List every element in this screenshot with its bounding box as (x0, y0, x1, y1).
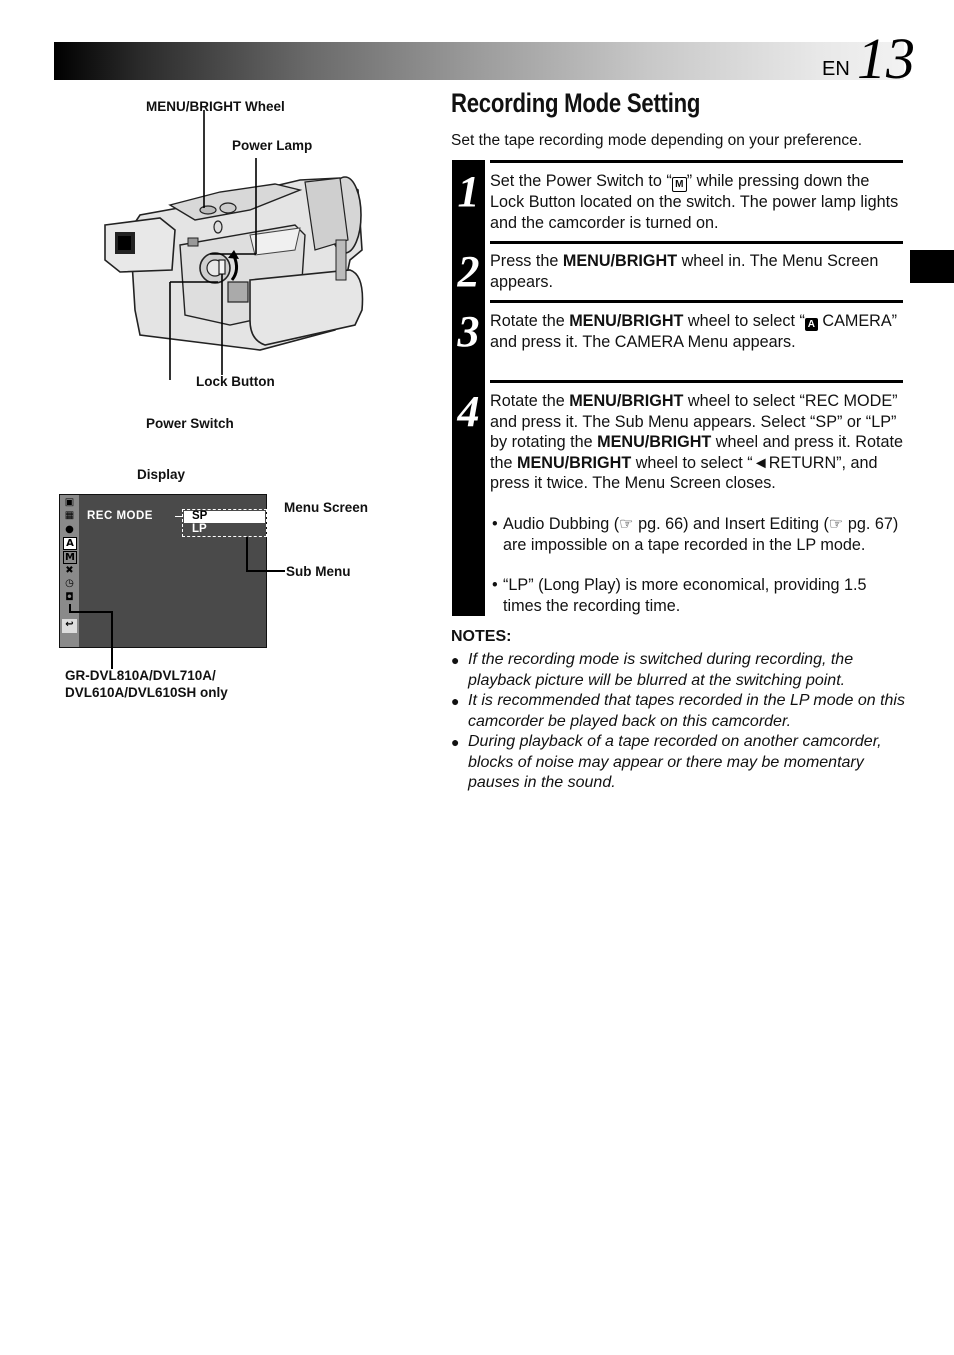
note-text: It is recommended that tapes recorded in… (468, 692, 905, 730)
bullet-text: Audio Dubbing (☞ pg. 66) and Insert Edit… (503, 515, 899, 554)
leader-line (69, 611, 113, 613)
manual-icon: M (63, 551, 77, 564)
bullet-icon: ● (451, 693, 460, 709)
control-name: MENU/BRIGHT (597, 433, 712, 452)
step-text-part: Rotate the (490, 392, 570, 410)
step-4-bullet: • Audio Dubbing (☞ pg. 66) and Insert Edi… (490, 514, 905, 555)
camera-auto-icon: A (804, 318, 818, 331)
menu-item-rec-mode: REC MODE (87, 510, 153, 522)
camera-auto-icon: A (63, 537, 77, 550)
section-intro: Set the tape recording mode depending on… (451, 132, 863, 149)
snapshot-icon: ◘ (65, 592, 74, 603)
model-note-line2: DVL610A/DVL610SH only (65, 685, 228, 700)
step-text-part: Rotate the (490, 312, 570, 330)
step-divider (490, 160, 903, 163)
step-text-part: Set the Power Switch to “ (490, 172, 672, 190)
camera-question-icon: ✖ (65, 565, 74, 576)
bullet-icon: • (492, 576, 498, 594)
label-power-switch: Power Switch (146, 416, 234, 431)
step-divider (490, 380, 903, 383)
note-item: ● If the recording mode is switched durin… (451, 650, 911, 691)
camcorder-illustration (104, 110, 364, 380)
header-gradient-bar (54, 42, 904, 80)
clock-icon: ◷ (65, 578, 74, 589)
step-1-text: Set the Power Switch to “M” while pressi… (490, 171, 905, 233)
note-text: If the recording mode is switched during… (468, 651, 854, 689)
control-name: MENU/BRIGHT (562, 252, 678, 270)
step-4-text: Rotate the MENU/BRIGHT wheel to select “… (490, 391, 905, 494)
leader-line (246, 537, 248, 571)
label-sub-menu: Sub Menu (286, 564, 351, 579)
notes-heading: NOTES: (451, 628, 512, 645)
model-note-line1: GR-DVL810A/DVL710A/ (65, 668, 216, 683)
language-label: EN (822, 58, 850, 80)
bullet-icon: • (492, 515, 498, 533)
label-menu-screen: Menu Screen (284, 500, 369, 515)
step-number: 2 (457, 247, 480, 296)
step-number: 3 (457, 307, 480, 356)
control-name: MENU/BRIGHT (569, 312, 684, 330)
leader-line (246, 570, 285, 572)
page-number: 13 (857, 26, 915, 91)
step-2-text: Press the MENU/BRIGHT wheel in. The Menu… (490, 251, 905, 292)
bullet-text: “LP” (Long Play) is more economical, pro… (503, 576, 867, 615)
bullet-icon: ● (451, 734, 460, 750)
film-icon: ▦ (64, 510, 75, 521)
step-number: 1 (457, 167, 480, 216)
section-title: Recording Mode Setting (451, 88, 701, 118)
step-divider (490, 241, 903, 244)
submenu-option-sp: SP (192, 510, 208, 522)
step-3-text: Rotate the MENU/BRIGHT wheel to select “… (490, 311, 905, 352)
screen-icon: ▣ (64, 497, 75, 508)
step-text-part: Press the (490, 252, 563, 270)
step-text-part: wheel to select “ (683, 312, 805, 330)
person-icon: ● (65, 524, 74, 535)
control-name: MENU/BRIGHT (517, 453, 632, 472)
note-text: During playback of a tape recorded on an… (468, 733, 882, 792)
step-4-bullet: • “LP” (Long Play) is more economical, pr… (490, 575, 905, 616)
note-item: ● During playback of a tape recorded on a… (451, 732, 911, 794)
leader-line (111, 611, 113, 669)
step-number: 4 (457, 387, 480, 436)
label-lock-button: Lock Button (196, 374, 275, 389)
step-divider (490, 300, 903, 303)
label-display: Display (137, 467, 186, 482)
note-item: ● It is recommended that tapes recorded i… (451, 691, 911, 732)
submenu-option-lp: LP (192, 523, 207, 535)
return-icon: ↩ (62, 619, 77, 633)
manual-mode-icon: M (671, 177, 687, 192)
section-side-tab (910, 250, 954, 283)
bullet-icon: ● (451, 652, 460, 668)
control-name: MENU/BRIGHT (569, 392, 684, 410)
